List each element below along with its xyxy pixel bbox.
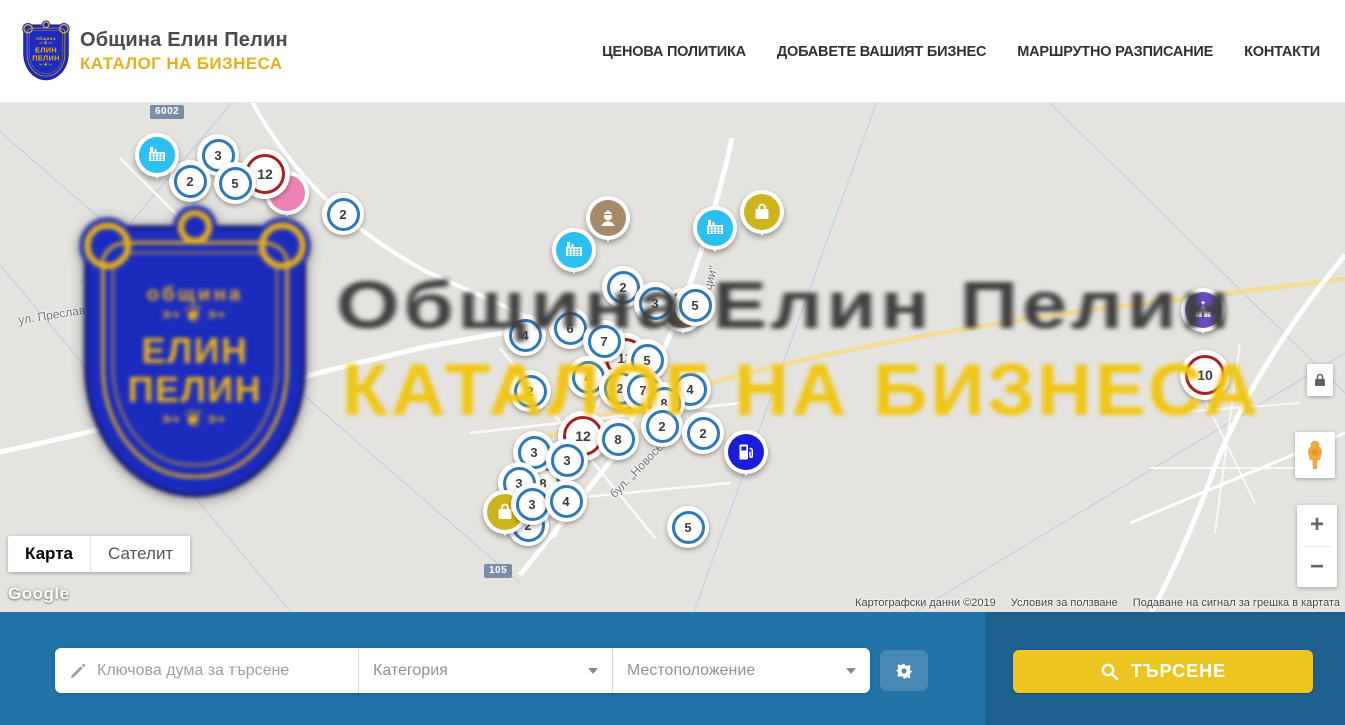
map-markers-layer: 123252235136475242748221288333234510 (0, 103, 1345, 612)
map-pin-marker-factory[interactable] (693, 206, 737, 250)
map-pin-marker-bag[interactable] (740, 190, 784, 234)
crest-ornament: ➳❦➳ (24, 41, 68, 45)
nav-item-route-schedule[interactable]: МАРШРУТНО РАЗПИСАНИЕ (1017, 44, 1213, 60)
map-pin-marker-factory[interactable] (552, 228, 596, 272)
bag-icon (744, 194, 780, 230)
cluster-count: 6 (554, 312, 587, 345)
location-dropdown[interactable]: Местоположение (612, 648, 870, 693)
map-cluster-marker[interactable]: 5 (667, 506, 709, 548)
keyword-search-input[interactable] (97, 662, 344, 680)
map-cluster-marker[interactable]: 3 (546, 439, 588, 481)
site-title: Община Елин Пелин (80, 29, 288, 52)
cluster-count: 2 (327, 198, 360, 231)
chevron-down-icon (846, 668, 856, 674)
map-cluster-marker[interactable]: 2 (322, 193, 364, 235)
location-dropdown-label: Местоположение (627, 662, 846, 680)
zoom-in-button[interactable]: + (1297, 505, 1337, 546)
map-pin-marker-church[interactable] (1181, 288, 1225, 332)
report-map-error-link[interactable]: Подаване на сигнал за грешка в картата (1133, 597, 1340, 609)
category-dropdown[interactable]: Категория (358, 648, 612, 693)
page: община ➳❦➳ ЕЛИН ПЕЛИН ➳❦➳ Община Елин Пе… (0, 0, 1345, 725)
map-cluster-marker[interactable]: 2 (641, 405, 683, 447)
cluster-count: 7 (588, 325, 621, 358)
cluster-count: 3 (551, 444, 584, 477)
gear-icon (894, 661, 914, 681)
cluster-count: 2 (687, 417, 720, 450)
keyword-field[interactable] (55, 648, 358, 693)
nav-item-contacts[interactable]: КОНТАКТИ (1244, 44, 1320, 60)
cluster-count: 5 (679, 289, 712, 322)
brand[interactable]: община ➳❦➳ ЕЛИН ПЕЛИН ➳❦➳ Община Елин Пе… (22, 22, 288, 81)
nav-item-add-business[interactable]: ДОБАВЕТЕ ВАШИЯТ БИЗНЕС (777, 44, 986, 60)
satellite-view-button[interactable]: Сателит (90, 536, 190, 572)
category-dropdown-label: Категория (373, 662, 588, 680)
cluster-count: 4 (509, 319, 542, 352)
pin-head (1181, 288, 1225, 332)
lock-control-button[interactable] (1307, 364, 1333, 396)
map-pin-marker-factory[interactable] (135, 133, 179, 177)
crest-name: ЕЛИН ПЕЛИН (24, 46, 68, 62)
factory-icon (556, 232, 592, 268)
map-cluster-marker[interactable]: 3 (634, 282, 676, 324)
cluster-count: 8 (602, 423, 635, 456)
search-icon (1100, 662, 1119, 681)
map-attribution: Картографски данни ©2019 Условия за полз… (855, 597, 1340, 609)
map-type-control: Карта Сателит (8, 536, 190, 572)
map-cluster-marker[interactable]: 8 (597, 418, 639, 460)
zoom-control: + − (1297, 505, 1337, 587)
cluster-count: 2 (514, 375, 547, 408)
cluster-count: 3 (639, 287, 672, 320)
pin-head (552, 228, 596, 272)
factory-icon (697, 210, 733, 246)
fuel-icon (728, 434, 764, 470)
pegman-icon (1304, 439, 1326, 471)
map-view-button[interactable]: Карта (8, 536, 90, 572)
search-fields-group: Категория Местоположение (55, 648, 870, 693)
map-cluster-marker[interactable]: 5 (214, 162, 256, 204)
zoom-out-button[interactable]: − (1297, 547, 1337, 588)
map-cluster-marker[interactable]: 5 (674, 284, 716, 326)
pin-head (740, 190, 784, 234)
map-pin-marker-fuel[interactable] (724, 430, 768, 474)
search-bar: Категория Местоположение ТЪРСЕНЕ (0, 612, 1345, 725)
crest-ornament: ➳❦➳ (24, 62, 68, 66)
google-map[interactable]: ул. Преславбул. „Новоселции" 6002105 123… (0, 103, 1345, 612)
cluster-count: 5 (672, 511, 705, 544)
map-cluster-marker[interactable]: 4 (545, 480, 587, 522)
lock-icon (1313, 372, 1327, 388)
main-nav: ЦЕНОВА ПОЛИТИКА ДОБАВЕТЕ ВАШИЯТ БИЗНЕС М… (602, 0, 1320, 103)
map-cluster-marker[interactable]: 10 (1180, 350, 1230, 400)
nav-item-pricing[interactable]: ЦЕНОВА ПОЛИТИКА (602, 44, 746, 60)
cluster-count: 5 (219, 167, 252, 200)
header: община ➳❦➳ ЕЛИН ПЕЛИН ➳❦➳ Община Елин Пе… (0, 0, 1345, 103)
pin-head (135, 133, 179, 177)
map-cluster-marker[interactable]: 4 (504, 314, 546, 356)
map-cluster-marker[interactable]: 2 (509, 370, 551, 412)
pencil-icon (69, 662, 87, 680)
site-subtitle: КАТАЛОГ НА БИЗНЕСА (80, 54, 288, 74)
advanced-search-settings-button[interactable] (880, 650, 928, 691)
chevron-down-icon (588, 668, 598, 674)
pin-head (724, 430, 768, 474)
google-logo[interactable]: Google (8, 584, 70, 604)
factory-icon (139, 137, 175, 173)
cluster-count: 4 (550, 485, 583, 518)
search-submit-button[interactable]: ТЪРСЕНЕ (1013, 650, 1313, 693)
cluster-count: 2 (646, 410, 679, 443)
municipality-crest-logo: община ➳❦➳ ЕЛИН ПЕЛИН ➳❦➳ (22, 22, 70, 81)
terms-of-use-link[interactable]: Условия за ползване (1011, 597, 1118, 609)
search-button-label: ТЪРСЕНЕ (1131, 661, 1226, 682)
street-view-pegman-button[interactable] (1295, 432, 1335, 478)
cluster-count: 3 (516, 488, 549, 521)
cluster-count: 10 (1185, 355, 1225, 395)
pin-head (693, 206, 737, 250)
map-cluster-marker[interactable]: 2 (682, 412, 724, 454)
map-data-copyright: Картографски данни ©2019 (855, 597, 996, 609)
church-icon (1185, 292, 1221, 328)
